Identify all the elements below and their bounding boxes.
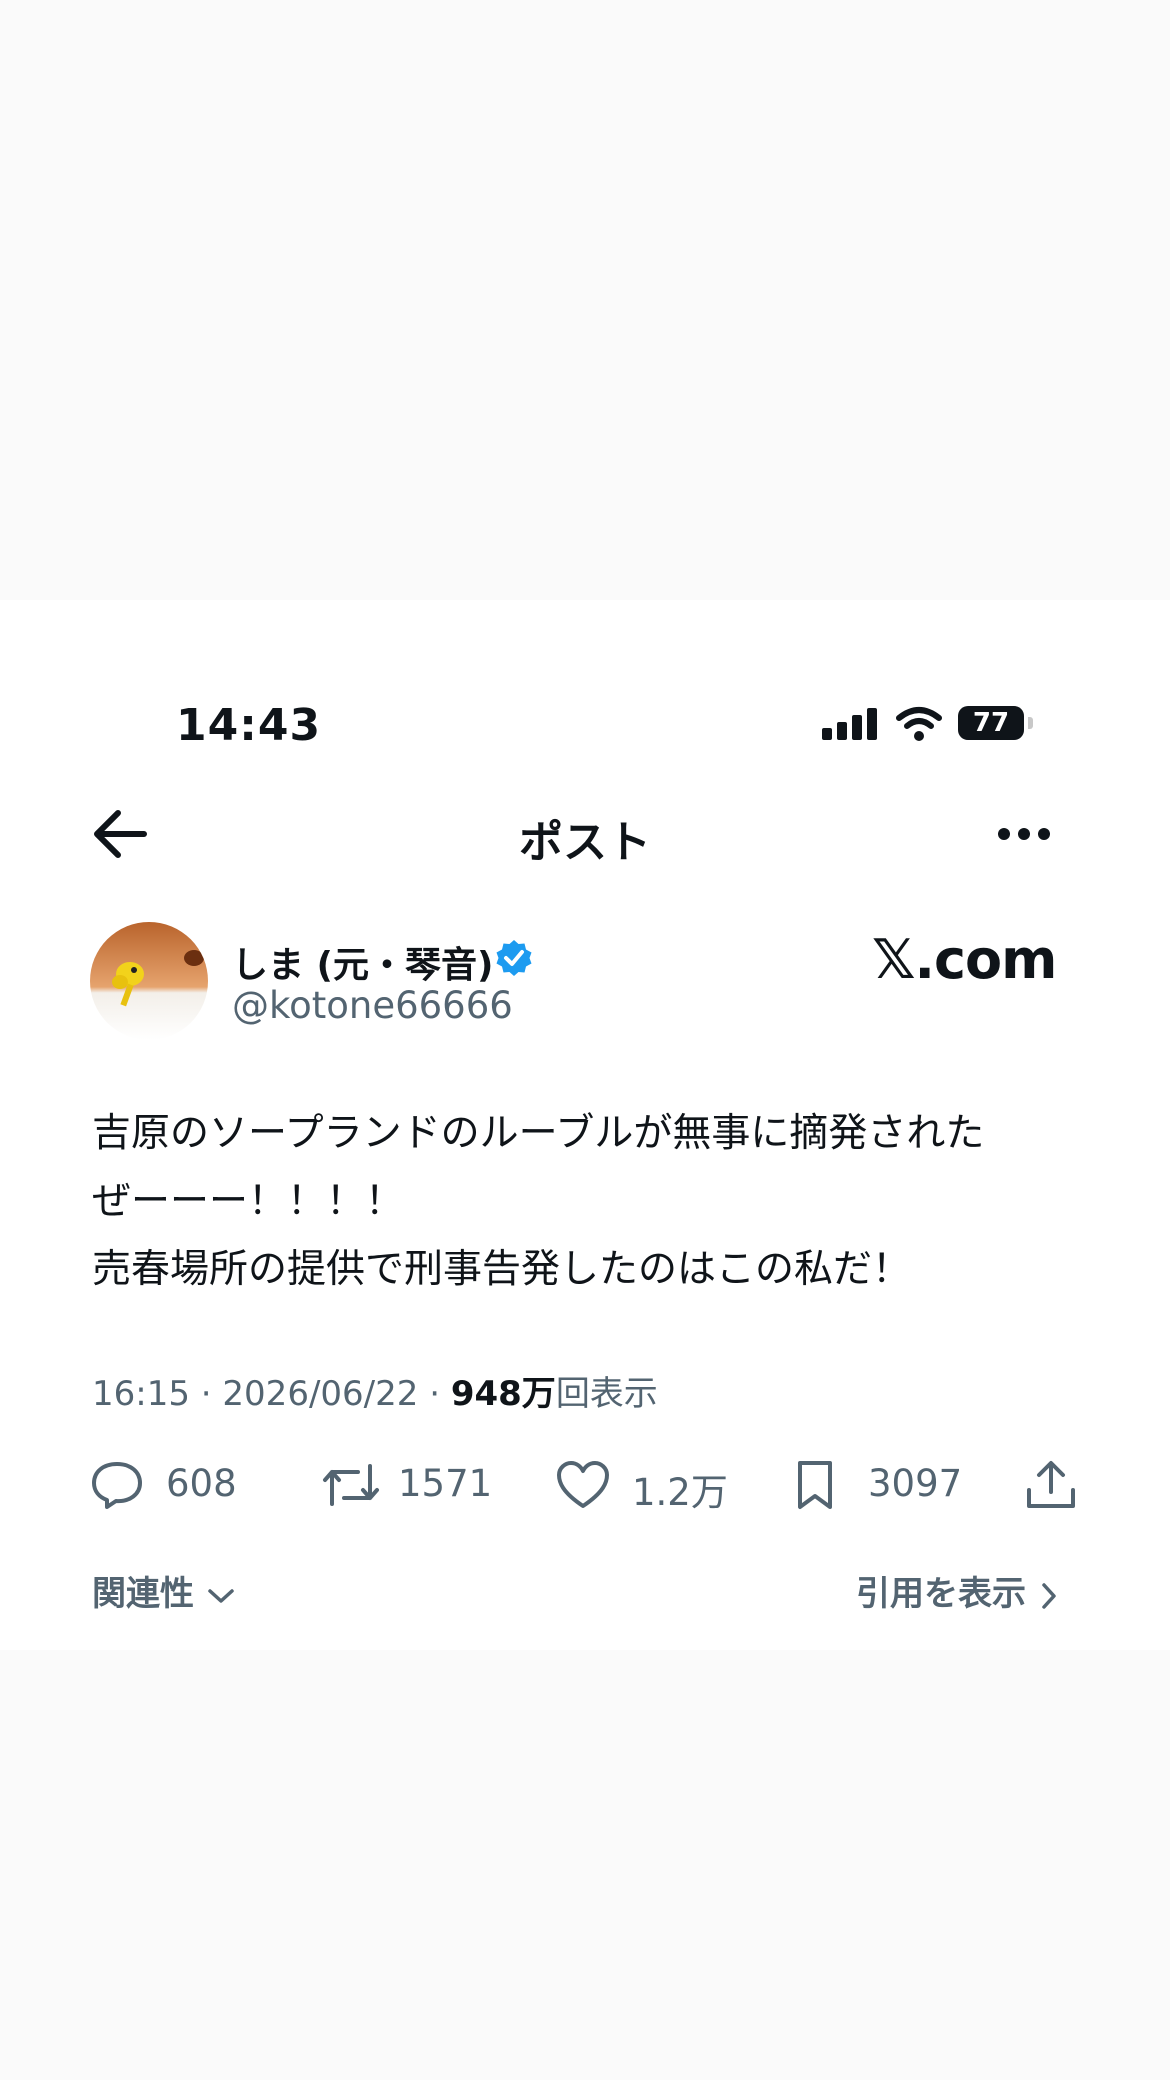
view-count: 948万 bbox=[450, 1374, 556, 1414]
bookmark-button[interactable]: 3097 bbox=[792, 1454, 972, 1514]
share-icon bbox=[1027, 1461, 1075, 1508]
quotes-label: 引用を表示 bbox=[856, 1574, 1026, 1614]
action-bar: 608 1571 1.2万 3097 bbox=[0, 1454, 1170, 1514]
repost-count: 1571 bbox=[398, 1462, 493, 1505]
repost-button[interactable]: 1571 bbox=[322, 1454, 492, 1514]
like-count: 1.2万 bbox=[632, 1471, 728, 1514]
sort-relevance-button[interactable]: 関連性 bbox=[92, 1566, 236, 1615]
chevron-down-icon bbox=[208, 1588, 234, 1603]
tweet-date[interactable]: 2026/06/22 bbox=[222, 1374, 418, 1414]
tweet-line: ぜーーー！！！！ bbox=[92, 1179, 405, 1224]
wifi-icon bbox=[896, 707, 942, 741]
chevron-right-icon bbox=[1042, 1582, 1056, 1609]
tweet-line: 吉原のソープランドのルーブルが無事に摘発された bbox=[92, 1111, 985, 1156]
share-button[interactable] bbox=[1024, 1454, 1078, 1514]
sort-label: 関連性 bbox=[92, 1574, 194, 1614]
view-quotes-link[interactable]: 引用を表示 bbox=[856, 1566, 1060, 1615]
tweet-line: 売春場所の提供で刑事告発したのはこの私だ！ bbox=[92, 1247, 912, 1292]
reply-count: 608 bbox=[166, 1462, 237, 1505]
tweet-meta: 16:15 · 2026/06/22 · 948万回表示 bbox=[92, 1374, 658, 1414]
bookmark-icon bbox=[798, 1461, 832, 1509]
author-handle[interactable]: @kotone66666 bbox=[232, 984, 513, 1027]
x-com-watermark: 𝕏.com bbox=[872, 928, 1057, 991]
page-title: ポスト bbox=[519, 817, 651, 868]
more-horizontal-icon[interactable] bbox=[996, 814, 1052, 854]
reply-button[interactable]: 608 bbox=[90, 1454, 250, 1514]
repost-icon bbox=[323, 1464, 379, 1506]
author-name[interactable]: しま (元・琴音) bbox=[232, 936, 493, 988]
like-button[interactable]: 1.2万 bbox=[556, 1454, 736, 1514]
bookmark-count: 3097 bbox=[868, 1462, 963, 1505]
view-label: 回表示 bbox=[555, 1374, 658, 1414]
battery-level: 77 bbox=[958, 706, 1024, 740]
reply-icon bbox=[92, 1462, 142, 1509]
tweet-text: 吉原のソープランドのルーブルが無事に摘発された ぜーーー！！！！ 売春場所の提供… bbox=[92, 1100, 1092, 1304]
tweet-time[interactable]: 16:15 bbox=[92, 1374, 190, 1414]
avatar[interactable] bbox=[90, 922, 208, 1040]
heart-icon bbox=[557, 1461, 609, 1508]
verified-badge-icon bbox=[496, 940, 532, 976]
cellular-signal-icon bbox=[822, 708, 880, 740]
status-time: 14:43 bbox=[176, 700, 322, 751]
